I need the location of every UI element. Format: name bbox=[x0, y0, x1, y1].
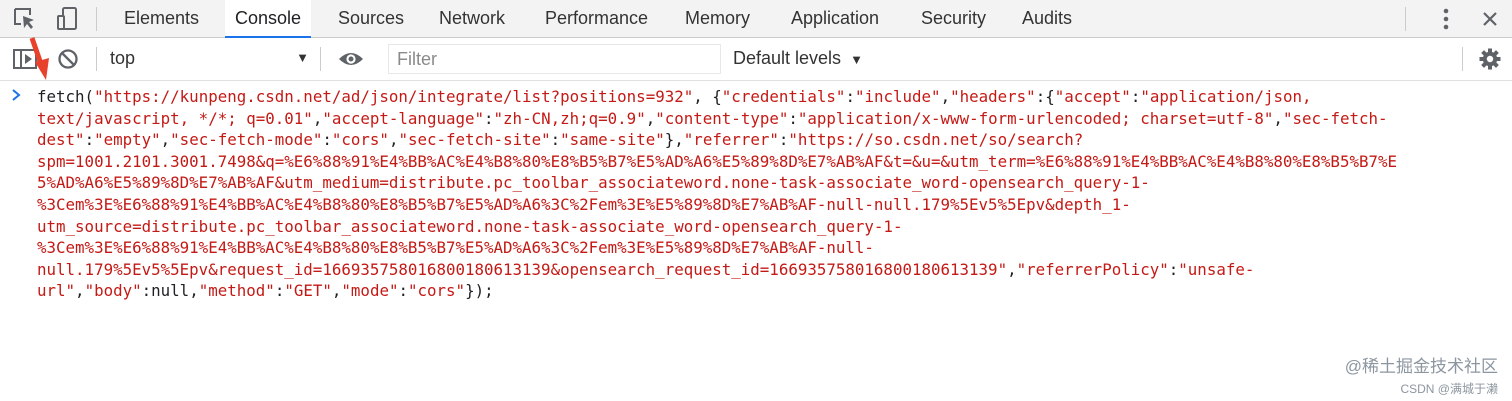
code-token: , bbox=[645, 108, 656, 128]
filter-input[interactable] bbox=[388, 44, 721, 74]
string-literal: "https://so.csdn.net/so/search? bbox=[788, 130, 1084, 150]
string-literal: spm=1001.2101.3001.7498&q=%E6%88%91%E4%B… bbox=[37, 151, 1398, 171]
context-label: top bbox=[110, 48, 136, 68]
tab-memory[interactable]: Memory bbox=[675, 0, 760, 37]
tabbar-divider-right bbox=[1405, 7, 1406, 31]
toolbar-divider-2 bbox=[320, 47, 321, 71]
code-token: : bbox=[274, 281, 285, 301]
string-literal: "same-site" bbox=[560, 130, 665, 150]
tab-audits[interactable]: Audits bbox=[1012, 0, 1082, 37]
code-token: : bbox=[845, 87, 855, 106]
tab-sources[interactable]: Sources bbox=[328, 0, 414, 37]
code-token: : bbox=[322, 130, 332, 150]
code-token: , bbox=[1007, 259, 1017, 279]
toolbar-divider bbox=[96, 47, 97, 71]
caret-down-icon: ▼ bbox=[296, 50, 309, 65]
string-literal: "method" bbox=[198, 281, 275, 301]
code-token: : bbox=[84, 130, 95, 150]
watermark-author: CSDN @满城于濑 bbox=[1400, 382, 1498, 396]
string-literal: utm_source=distribute.pc_toolbar_associa… bbox=[37, 216, 903, 236]
tab-performance[interactable]: Performance bbox=[535, 0, 658, 37]
string-literal: 5%AD%A6%E5%89%8D%E7%AB%AF&utm_medium=dis… bbox=[37, 173, 1150, 193]
string-literal: "cors" bbox=[331, 130, 389, 150]
string-literal: %3Cem%3E%E6%88%91%E4%BB%AC%E4%B8%80%E8%B… bbox=[37, 194, 1131, 214]
string-literal: "sec-fetch-site" bbox=[398, 130, 551, 150]
tab-elements[interactable]: Elements bbox=[114, 0, 209, 37]
code-token: , bbox=[160, 130, 171, 150]
code-token: : bbox=[788, 108, 798, 128]
console-command-text[interactable]: fetch("https://kunpeng.csdn.net/ad/json/… bbox=[37, 86, 1477, 302]
tab-network[interactable]: Network bbox=[429, 0, 515, 37]
console-toolbar: top ▼ Default levels ▼ bbox=[0, 38, 1512, 81]
code-token: , bbox=[331, 281, 342, 301]
string-literal: "mode" bbox=[341, 281, 399, 301]
caret-down-icon: ▼ bbox=[850, 52, 863, 67]
string-literal: "https://kunpeng.csdn.net/ad/json/integr… bbox=[94, 87, 694, 106]
string-literal: "zh-CN,zh;q=0.9" bbox=[493, 108, 646, 128]
more-options-icon[interactable] bbox=[1430, 0, 1462, 37]
code-token: }); bbox=[465, 281, 494, 301]
string-literal: "sec-fetch-mode" bbox=[170, 130, 323, 150]
console-settings-gear-icon[interactable] bbox=[1474, 38, 1506, 80]
string-literal: %3Cem%3E%E6%88%91%E4%BB%AC%E4%B8%80%E8%B… bbox=[37, 238, 874, 258]
code-token: : bbox=[484, 108, 494, 128]
code-token: }, bbox=[664, 130, 684, 150]
string-literal: "credentials" bbox=[721, 87, 846, 106]
code-token: , bbox=[1273, 108, 1283, 128]
code-token: :{ bbox=[1035, 87, 1055, 106]
string-literal: "body" bbox=[84, 281, 142, 301]
string-literal: "sec-fetch- bbox=[1282, 108, 1388, 128]
devtools-tabbar: Elements Console Sources Network Perform… bbox=[0, 0, 1512, 38]
tab-application[interactable]: Application bbox=[781, 0, 889, 37]
tab-security[interactable]: Security bbox=[911, 0, 996, 37]
string-literal: "accept-language" bbox=[322, 108, 485, 128]
string-literal: "cors" bbox=[408, 281, 466, 301]
code-token: , bbox=[940, 87, 951, 106]
string-literal: "headers" bbox=[950, 87, 1036, 106]
close-devtools-icon[interactable] bbox=[1474, 0, 1506, 37]
code-token: , bbox=[75, 281, 85, 301]
annotation-arrow-icon bbox=[29, 37, 49, 80]
string-literal: "referrer" bbox=[683, 130, 779, 150]
string-literal: "application/json, bbox=[1140, 87, 1312, 106]
string-literal: "accept" bbox=[1054, 87, 1131, 106]
console-output: fetch("https://kunpeng.csdn.net/ad/json/… bbox=[0, 81, 1512, 401]
code-token: , bbox=[312, 108, 323, 128]
context-selector[interactable]: top ▼ bbox=[100, 38, 315, 80]
string-literal: "application/x-www-form-urlencoded; char… bbox=[797, 108, 1274, 128]
toolbar-divider-3 bbox=[1462, 47, 1463, 71]
code-token: : bbox=[398, 281, 408, 301]
string-literal: "referrerPolicy" bbox=[1016, 259, 1169, 279]
string-literal: null.179%5Ev5%5Epv&request_id=1669357580… bbox=[37, 259, 1008, 279]
string-literal: "empty" bbox=[94, 130, 161, 150]
code-token: : bbox=[1168, 259, 1179, 279]
string-literal: "GET" bbox=[284, 281, 332, 301]
string-literal: "content-type" bbox=[655, 108, 789, 128]
tabbar-divider bbox=[96, 7, 97, 31]
string-literal: "unsafe- bbox=[1178, 259, 1255, 279]
string-literal: dest" bbox=[37, 130, 85, 150]
code-token: : bbox=[778, 130, 789, 150]
tab-console[interactable]: Console bbox=[225, 0, 312, 38]
code-token: : bbox=[550, 130, 561, 150]
live-expression-eye-icon[interactable] bbox=[334, 38, 368, 80]
code-token: , { bbox=[693, 87, 722, 106]
watermark-text: @稀土掘金技术社区 bbox=[1344, 357, 1498, 376]
code-token: : bbox=[1130, 87, 1141, 106]
string-literal: "include" bbox=[854, 87, 941, 106]
code-token: :null, bbox=[141, 281, 199, 301]
log-levels-dropdown[interactable]: Default levels ▼ bbox=[733, 48, 863, 69]
string-literal: text/javascript, */*; q=0.01" bbox=[37, 108, 313, 128]
string-literal: url" bbox=[37, 281, 76, 301]
log-levels-label: Default levels bbox=[733, 48, 842, 68]
